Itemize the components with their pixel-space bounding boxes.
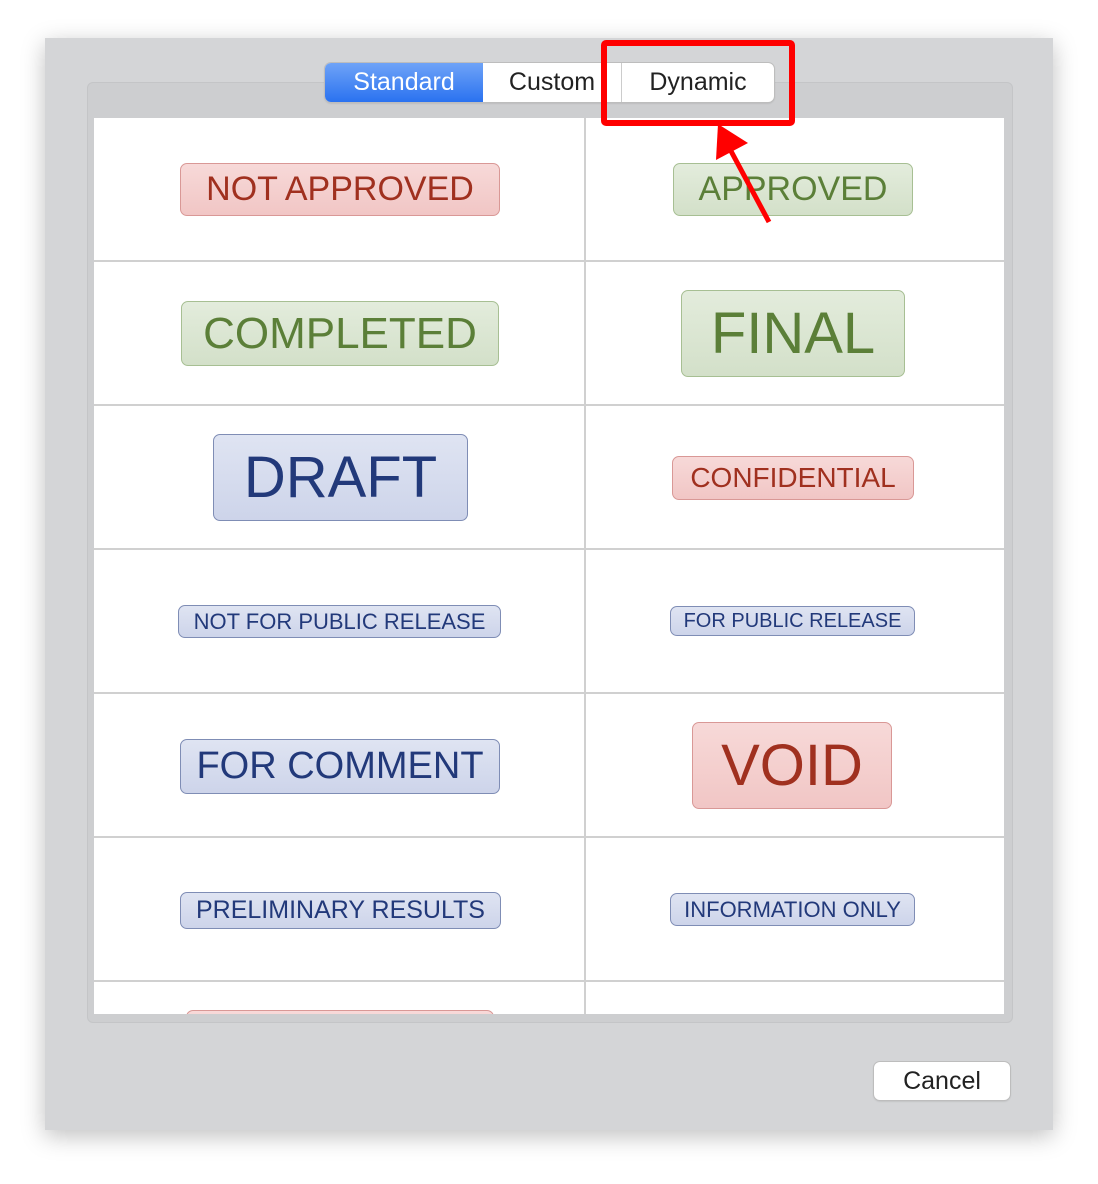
- stamp-cell[interactable]: INFORMATION ONLY: [586, 838, 1004, 982]
- stamp-cell[interactable]: NOT FOR PUBLIC RELEASE: [94, 550, 586, 694]
- stamp-cell[interactable]: PRELIMINARY RESULTS: [94, 838, 586, 982]
- stamp-preliminary-results[interactable]: PRELIMINARY RESULTS: [180, 892, 501, 929]
- stamp-not-approved[interactable]: NOT APPROVED: [180, 163, 500, 216]
- stamp-cell[interactable]: VOID: [586, 694, 1004, 838]
- stamp-completed[interactable]: COMPLETED: [181, 301, 499, 366]
- stamp-cell[interactable]: NOT APPROVED: [94, 118, 586, 262]
- tab-custom[interactable]: Custom: [483, 63, 622, 102]
- stamp-cell[interactable]: FINAL: [586, 262, 1004, 406]
- stamp-cell[interactable]: COMPLETED: [94, 262, 586, 406]
- cancel-button[interactable]: Cancel: [874, 1062, 1010, 1100]
- stamp-cell[interactable]: CONFIDENTIAL: [586, 406, 1004, 550]
- stamp-cell[interactable]: DRAFT: [94, 406, 586, 550]
- tab-dynamic[interactable]: Dynamic: [622, 63, 774, 102]
- stamp-approved[interactable]: APPROVED: [673, 163, 913, 216]
- stamp-confidential[interactable]: CONFIDENTIAL: [672, 456, 914, 500]
- stamp-type-segmented-control: Standard Custom Dynamic: [325, 63, 774, 102]
- stamp-information-only[interactable]: INFORMATION ONLY: [670, 893, 915, 926]
- stamp-cell[interactable]: FOR PUBLIC RELEASE: [586, 550, 1004, 694]
- stamp-void[interactable]: VOID: [692, 722, 892, 809]
- stamp-cell[interactable]: [586, 982, 1004, 1014]
- stamp-cell[interactable]: FOR COMMENT: [94, 694, 586, 838]
- stamp-not-for-public-release[interactable]: NOT FOR PUBLIC RELEASE: [178, 605, 501, 638]
- stamp-picker-dialog: NOT APPROVED APPROVED COMPLETED FINAL DRAFT C…: [45, 38, 1053, 1130]
- stamp-for-comment[interactable]: FOR COMMENT: [180, 739, 500, 794]
- stamp-cell[interactable]: [94, 982, 586, 1014]
- stamp-cell[interactable]: APPROVED: [586, 118, 1004, 262]
- stamp-for-public-release[interactable]: FOR PUBLIC RELEASE: [670, 606, 915, 636]
- stamp-draft[interactable]: DRAFT: [213, 434, 468, 521]
- stamp-grid[interactable]: NOT APPROVED APPROVED COMPLETED FINAL DRAFT C…: [94, 118, 1004, 1014]
- stamp-final[interactable]: FINAL: [681, 290, 905, 377]
- tab-standard[interactable]: Standard: [325, 63, 483, 102]
- stamp-partial[interactable]: [186, 1010, 494, 1014]
